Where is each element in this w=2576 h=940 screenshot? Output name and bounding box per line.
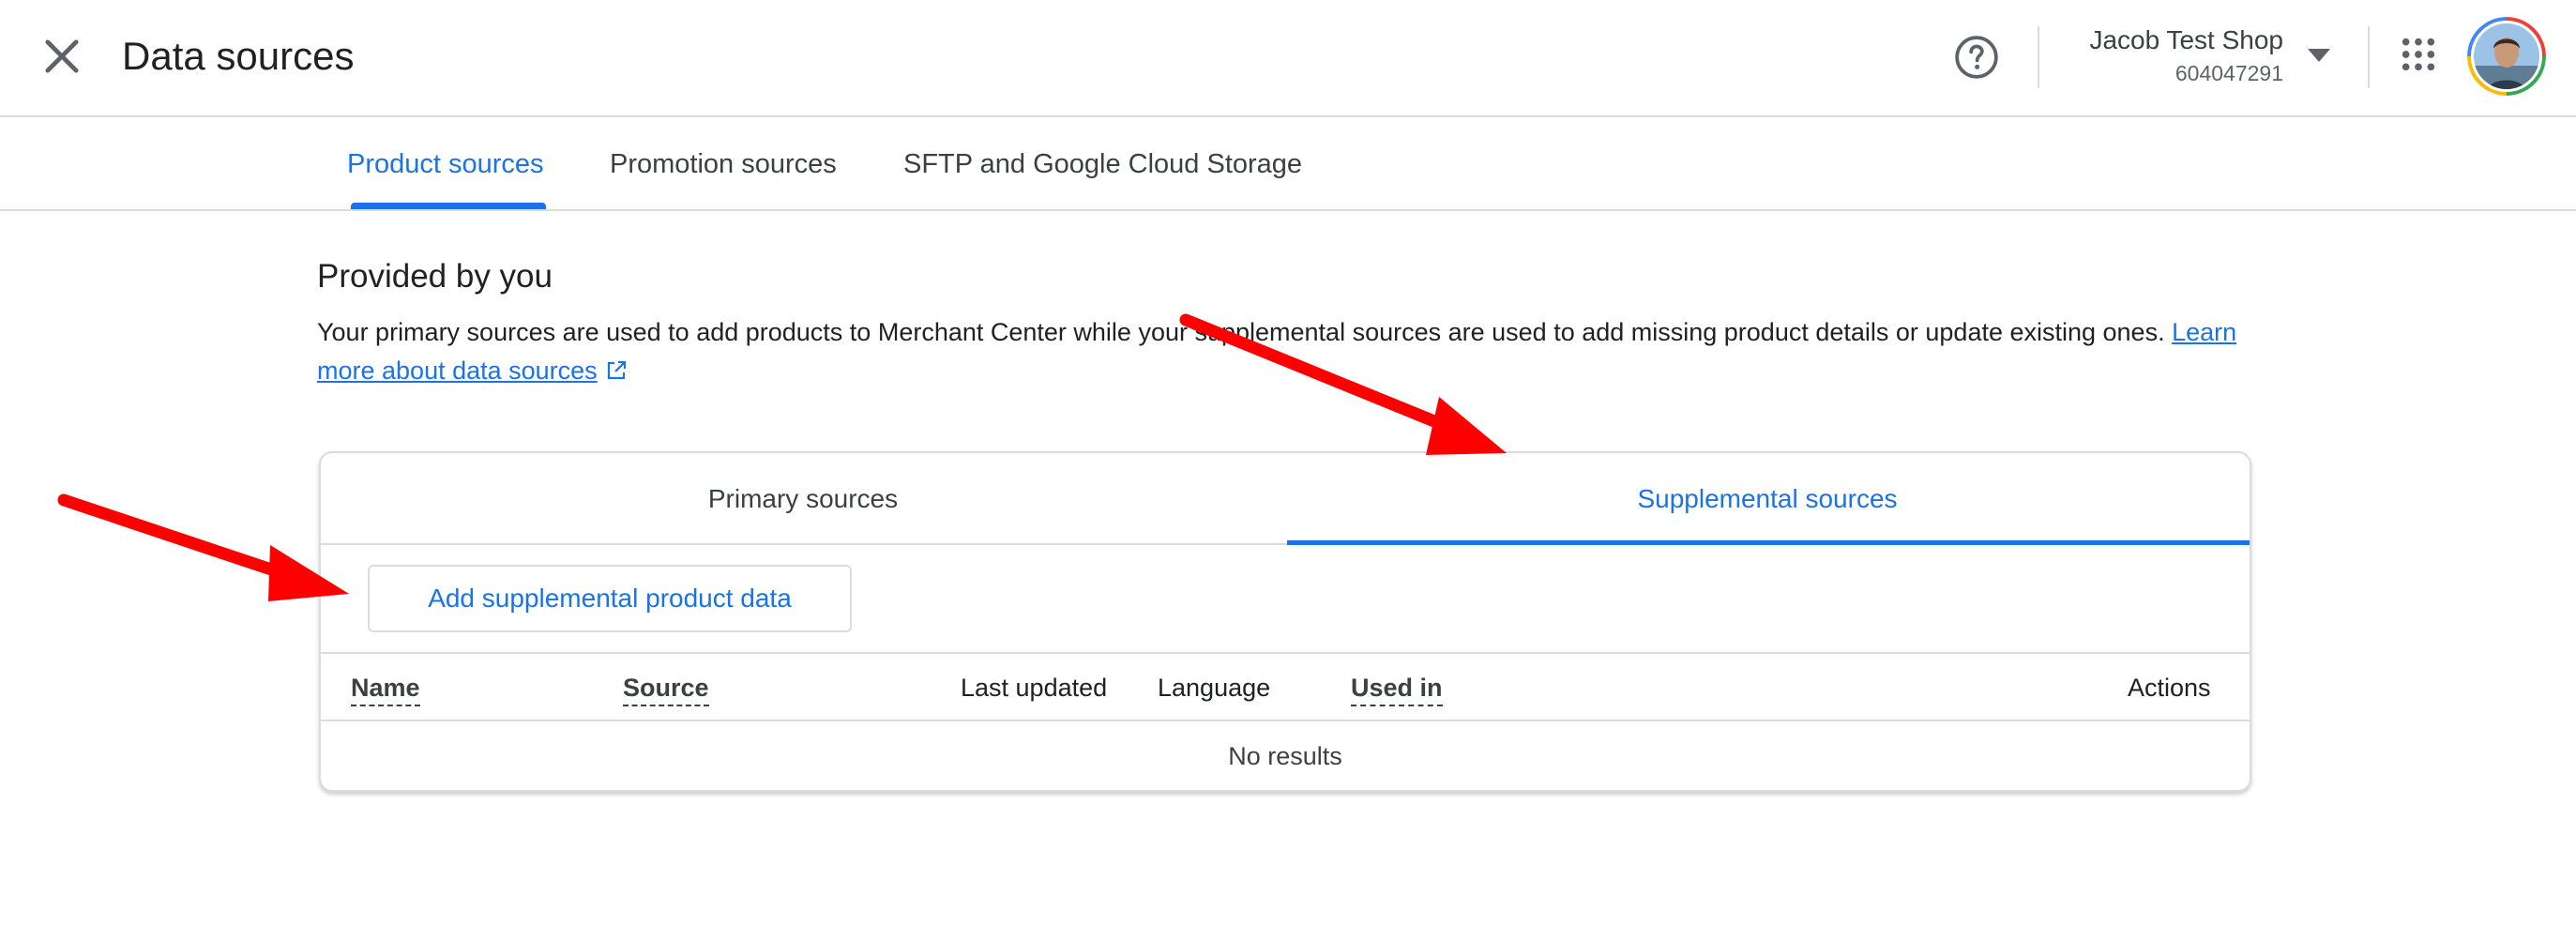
table-header: Name Source Last updated Language Used i…: [321, 652, 2250, 721]
add-supplemental-data-button[interactable]: Add supplemental product data: [368, 565, 852, 632]
tab-product-sources[interactable]: Product sources: [347, 117, 544, 211]
tab-supplemental-sources[interactable]: Supplemental sources: [1285, 453, 2250, 545]
avatar[interactable]: [2467, 17, 2546, 96]
account-id: 604047291: [2174, 61, 2283, 85]
tab-primary-sources[interactable]: Primary sources: [321, 453, 1285, 545]
section-description: Your primary sources are used to add pro…: [317, 313, 2250, 390]
header-divider: [2368, 26, 2370, 88]
column-header-used-in[interactable]: Used in: [1351, 654, 1443, 721]
column-header-name[interactable]: Name: [351, 654, 420, 721]
column-header-source[interactable]: Source: [623, 654, 709, 721]
caret-down-icon[interactable]: [2306, 47, 2332, 66]
section-heading: Provided by you: [317, 258, 553, 295]
apps-grid-icon[interactable]: [2400, 36, 2437, 73]
active-tab-indicator: [1287, 540, 2250, 545]
column-header-language: Language: [1158, 674, 1271, 702]
account-switcher[interactable]: Jacob Test Shop 604047291: [2089, 23, 2283, 88]
account-name: Jacob Test Shop: [2089, 25, 2283, 54]
help-circle-icon[interactable]: [1953, 34, 2000, 81]
header-divider: [2038, 26, 2039, 88]
top-bar: Data sources Jacob Test Shop 604047291: [0, 0, 2576, 117]
empty-state: No results: [1228, 742, 1342, 770]
page-title: Data sources: [122, 34, 355, 78]
close-icon[interactable]: [38, 32, 86, 81]
active-tab-indicator: [351, 203, 546, 209]
tab-promotion-sources[interactable]: Promotion sources: [610, 117, 837, 211]
sources-card: Primary sources Supplemental sources Add…: [319, 451, 2251, 792]
arrow-to-add-button: [57, 493, 349, 601]
tab-sftp-cloud-storage[interactable]: SFTP and Google Cloud Storage: [903, 117, 1302, 211]
external-link-icon[interactable]: [605, 359, 628, 382]
column-header-actions: Actions: [2128, 674, 2211, 702]
data-source-tabs: Product sources Promotion sources SFTP a…: [0, 117, 2576, 211]
column-header-last-updated: Last updated: [961, 674, 1108, 702]
description-text: Your primary sources are used to add pro…: [317, 318, 2165, 346]
source-type-tabs: Primary sources Supplemental sources: [321, 453, 2250, 545]
